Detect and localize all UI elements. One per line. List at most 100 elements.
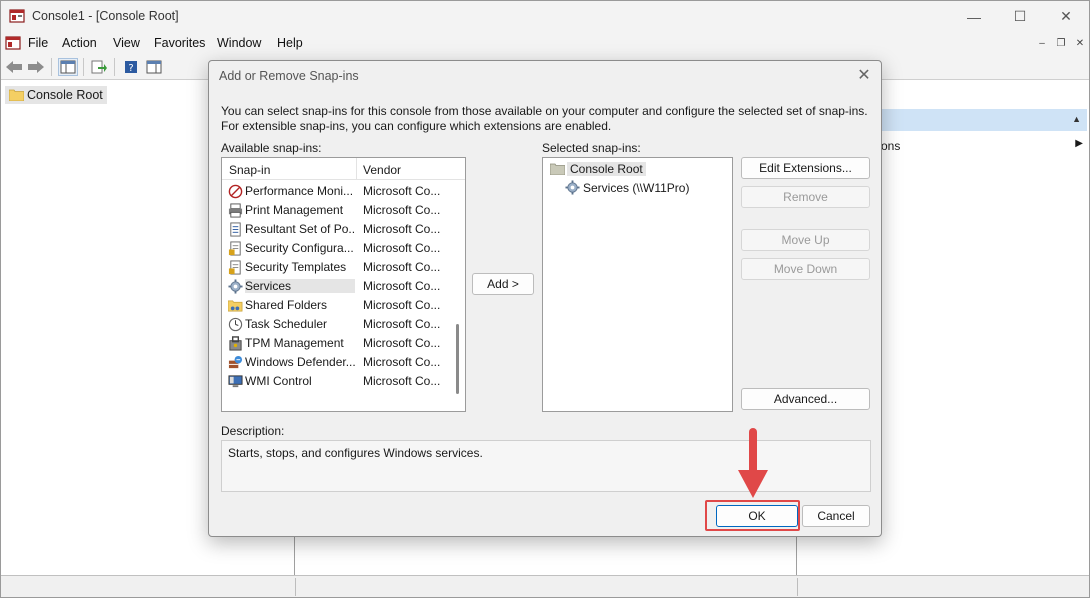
snapin-vendor: Microsoft Co... (363, 374, 441, 388)
snapin-vendor: Microsoft Co... (363, 298, 441, 312)
console-tree-icon (60, 60, 76, 74)
snapin-name: Print Management (245, 203, 344, 217)
snapin-row[interactable]: Performance Moni... Microsoft Co... (222, 182, 454, 201)
snapin-name: Services (245, 279, 355, 293)
collapse-arrow-icon: ▲ (1072, 114, 1081, 124)
actions-more-label[interactable]: ons (881, 139, 900, 153)
security-doc-icon (228, 260, 241, 275)
security-doc-icon (228, 241, 241, 256)
back-arrow-icon (6, 61, 22, 73)
show-action-pane-button[interactable] (144, 58, 164, 76)
close-button[interactable]: ✕ (1043, 1, 1089, 32)
snapin-row[interactable]: Services Microsoft Co... (222, 277, 454, 296)
snapin-name: Resultant Set of Po... (245, 222, 355, 236)
snapin-vendor: Microsoft Co... (363, 336, 441, 350)
snapin-row[interactable]: WMI Control Microsoft Co... (222, 372, 454, 391)
console-icon[interactable] (5, 35, 21, 51)
move-up-button[interactable]: Move Up (741, 229, 870, 251)
snapin-vendor: Microsoft Co... (363, 184, 441, 198)
tree-node-console-root[interactable]: Console Root (5, 86, 107, 104)
description-box: Starts, stops, and configures Windows se… (221, 440, 871, 492)
snapin-row[interactable]: Task Scheduler Microsoft Co... (222, 315, 454, 334)
menu-window[interactable]: Window (217, 36, 261, 50)
mdi-close-button[interactable]: ✕ (1072, 35, 1088, 51)
snapin-name: Task Scheduler (245, 317, 328, 331)
window-title: Console1 - [Console Root] (32, 9, 179, 23)
menu-view[interactable]: View (113, 36, 140, 50)
advanced-button[interactable]: Advanced... (741, 388, 870, 410)
export-list-button[interactable] (89, 58, 109, 76)
list-header: Snap-in Vendor (222, 158, 465, 180)
status-divider (295, 578, 296, 596)
mdi-minimize-button[interactable]: ‒ (1034, 35, 1050, 51)
minimize-button[interactable]: — (951, 1, 997, 32)
snapin-name: Windows Defender... (245, 355, 355, 369)
back-button[interactable] (4, 58, 24, 76)
help-button[interactable]: ? (121, 58, 141, 76)
snapin-vendor: Microsoft Co... (363, 241, 441, 255)
cancel-button[interactable]: Cancel (802, 505, 870, 527)
selected-node-services[interactable]: Services (\\W11Pro) (583, 181, 689, 195)
menu-help[interactable]: Help (277, 36, 303, 50)
show-hide-tree-button[interactable] (58, 58, 78, 76)
snapin-name: WMI Control (245, 374, 312, 388)
snapin-vendor: Microsoft Co... (363, 222, 441, 236)
mmc-app-icon (9, 9, 25, 23)
snapin-vendor: Microsoft Co... (363, 279, 441, 293)
clock-icon (228, 317, 243, 332)
remove-button[interactable]: Remove (741, 186, 870, 208)
printer-icon (228, 203, 243, 218)
gear-icon (565, 180, 580, 195)
selected-snapins-tree[interactable]: Console Root Services (\\W11Pro) (542, 157, 733, 412)
performance-icon (228, 184, 243, 199)
maximize-button[interactable]: ☐ (997, 1, 1043, 32)
menu-file[interactable]: File (28, 36, 48, 50)
action-pane-icon (146, 60, 162, 74)
snapin-row[interactable]: Windows Defender... Microsoft Co... (222, 353, 454, 372)
snapin-rows: Performance Moni... Microsoft Co... Print … (222, 182, 454, 391)
tree-node-label: Console Root (27, 88, 103, 102)
add-remove-snapins-dialog: Add or Remove Snap-ins ✕ You can select … (208, 60, 882, 537)
snapin-row[interactable]: Security Templates Microsoft Co... (222, 258, 454, 277)
snapin-vendor: Microsoft Co... (363, 260, 441, 274)
snapin-row[interactable]: Print Management Microsoft Co... (222, 201, 454, 220)
snapin-name: Security Configura... (245, 241, 354, 255)
snapin-vendor: Microsoft Co... (363, 203, 441, 217)
computer-icon (228, 375, 243, 388)
column-divider[interactable] (356, 158, 357, 180)
forward-button[interactable] (26, 58, 46, 76)
mdi-restore-button[interactable]: ❐ (1053, 35, 1069, 51)
snapin-row[interactable]: Shared Folders Microsoft Co... (222, 296, 454, 315)
title-bar: Console1 - [Console Root] — ☐ ✕ (1, 1, 1089, 32)
snapin-row[interactable]: TPM Management Microsoft Co... (222, 334, 454, 353)
menu-action[interactable]: Action (62, 36, 97, 50)
snapin-vendor: Microsoft Co... (363, 355, 441, 369)
shared-folder-icon (228, 300, 243, 312)
snapin-vendor: Microsoft Co... (363, 317, 441, 331)
dialog-intro-text: You can select snap-ins for this console… (221, 104, 868, 133)
column-header-snapin[interactable]: Snap-in (229, 163, 270, 177)
toolbar-divider (51, 58, 52, 76)
svg-text:?: ? (128, 63, 133, 74)
toolbar-divider (83, 58, 84, 76)
available-snapins-list[interactable]: Snap-in Vendor Performance Moni... Micros… (221, 157, 466, 412)
description-text: Starts, stops, and configures Windows se… (228, 446, 483, 460)
selected-node-console-root[interactable]: Console Root (567, 162, 646, 176)
snapin-name: TPM Management (245, 336, 344, 350)
list-scrollbar[interactable] (456, 324, 459, 394)
column-header-vendor[interactable]: Vendor (363, 163, 401, 177)
selected-snapins-label: Selected snap-ins: (542, 141, 641, 155)
firewall-icon (228, 355, 243, 369)
menu-favorites[interactable]: Favorites (154, 36, 205, 50)
move-down-button[interactable]: Move Down (741, 258, 870, 280)
snapin-row[interactable]: Resultant Set of Po... Microsoft Co... (222, 220, 454, 239)
export-icon (91, 60, 107, 74)
menu-bar: File Action View Favorites Window Help ‒… (1, 32, 1089, 54)
folder-icon (550, 163, 565, 175)
help-icon: ? (125, 61, 137, 74)
dialog-close-button[interactable]: ✕ (855, 66, 873, 84)
available-snapins-label: Available snap-ins: (221, 141, 322, 155)
add-button[interactable]: Add > (472, 273, 534, 295)
edit-extensions-button[interactable]: Edit Extensions... (741, 157, 870, 179)
snapin-row[interactable]: Security Configura... Microsoft Co... (222, 239, 454, 258)
